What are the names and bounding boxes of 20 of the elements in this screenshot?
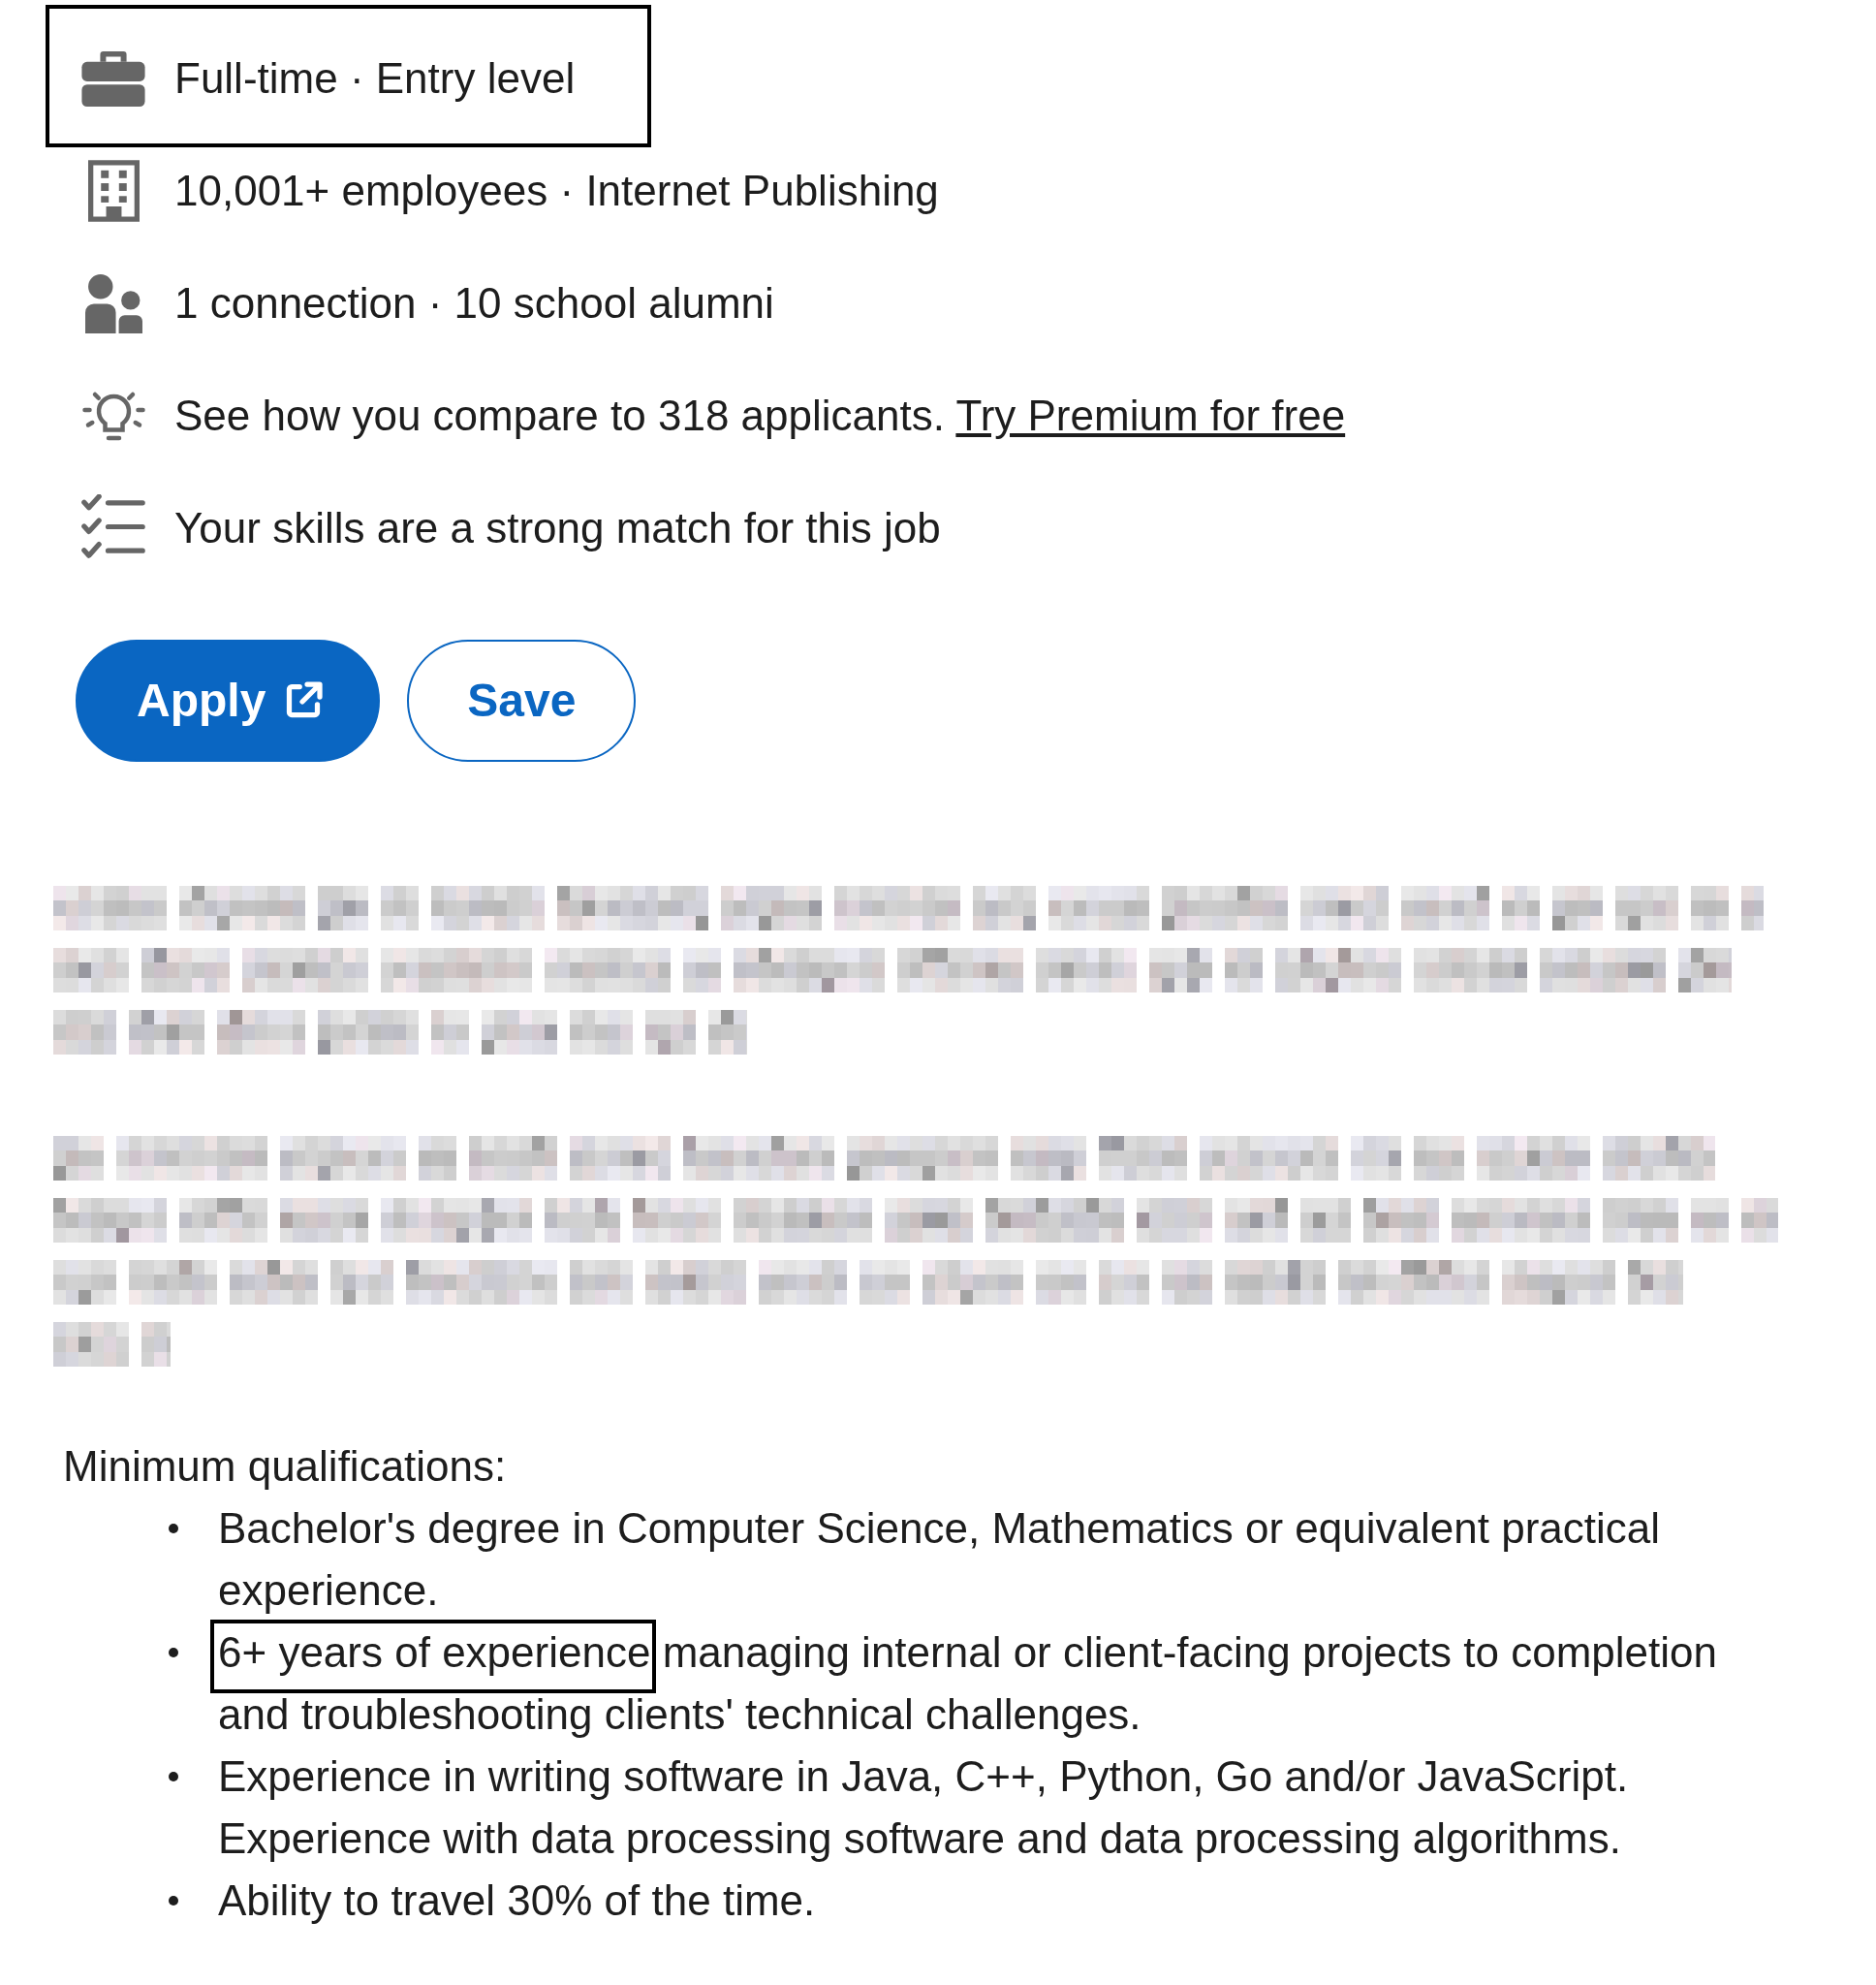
qualification-text: 6+ years of experience managing internal or client-facing projects to completion and troubleshooting clients' technical challenges. xyxy=(218,1627,1718,1740)
briefcase-icon xyxy=(81,50,145,107)
insight-text: 1 connection · 10 school alumni xyxy=(174,278,774,329)
apply-button[interactable]: Apply xyxy=(76,640,381,762)
bullet-icon xyxy=(169,1772,178,1781)
insight-text: See how you compare to 318 applicants. Try Premium for free xyxy=(174,391,1346,441)
qualification-text: Bachelor's degree in Computer Science, Mathematics or equivalent practical experience. xyxy=(218,1503,1662,1616)
premium-link[interactable]: Try Premium for free xyxy=(955,392,1346,439)
bullet-icon xyxy=(169,1896,178,1906)
bullet-icon xyxy=(169,1648,178,1657)
qualification-text: Ability to travel 30% of the time. xyxy=(218,1875,817,1926)
section-heading: Minimum qualifications: xyxy=(63,1441,507,1492)
building-icon xyxy=(87,160,140,222)
insight-text: Full-time · Entry level xyxy=(174,53,576,104)
save-button[interactable]: Save xyxy=(407,640,637,762)
insight-text: Your skills are a strong match for this job xyxy=(174,503,941,553)
qualification-text: Experience in writing software in Java, C++, Python, Go and/or JavaScript. Experience with data processing software and data processing algorithms. xyxy=(218,1751,1630,1864)
bullet-icon xyxy=(169,1524,178,1533)
insight-text: 10,001+ employees · Internet Publishing xyxy=(174,166,939,216)
people-icon xyxy=(84,273,142,333)
